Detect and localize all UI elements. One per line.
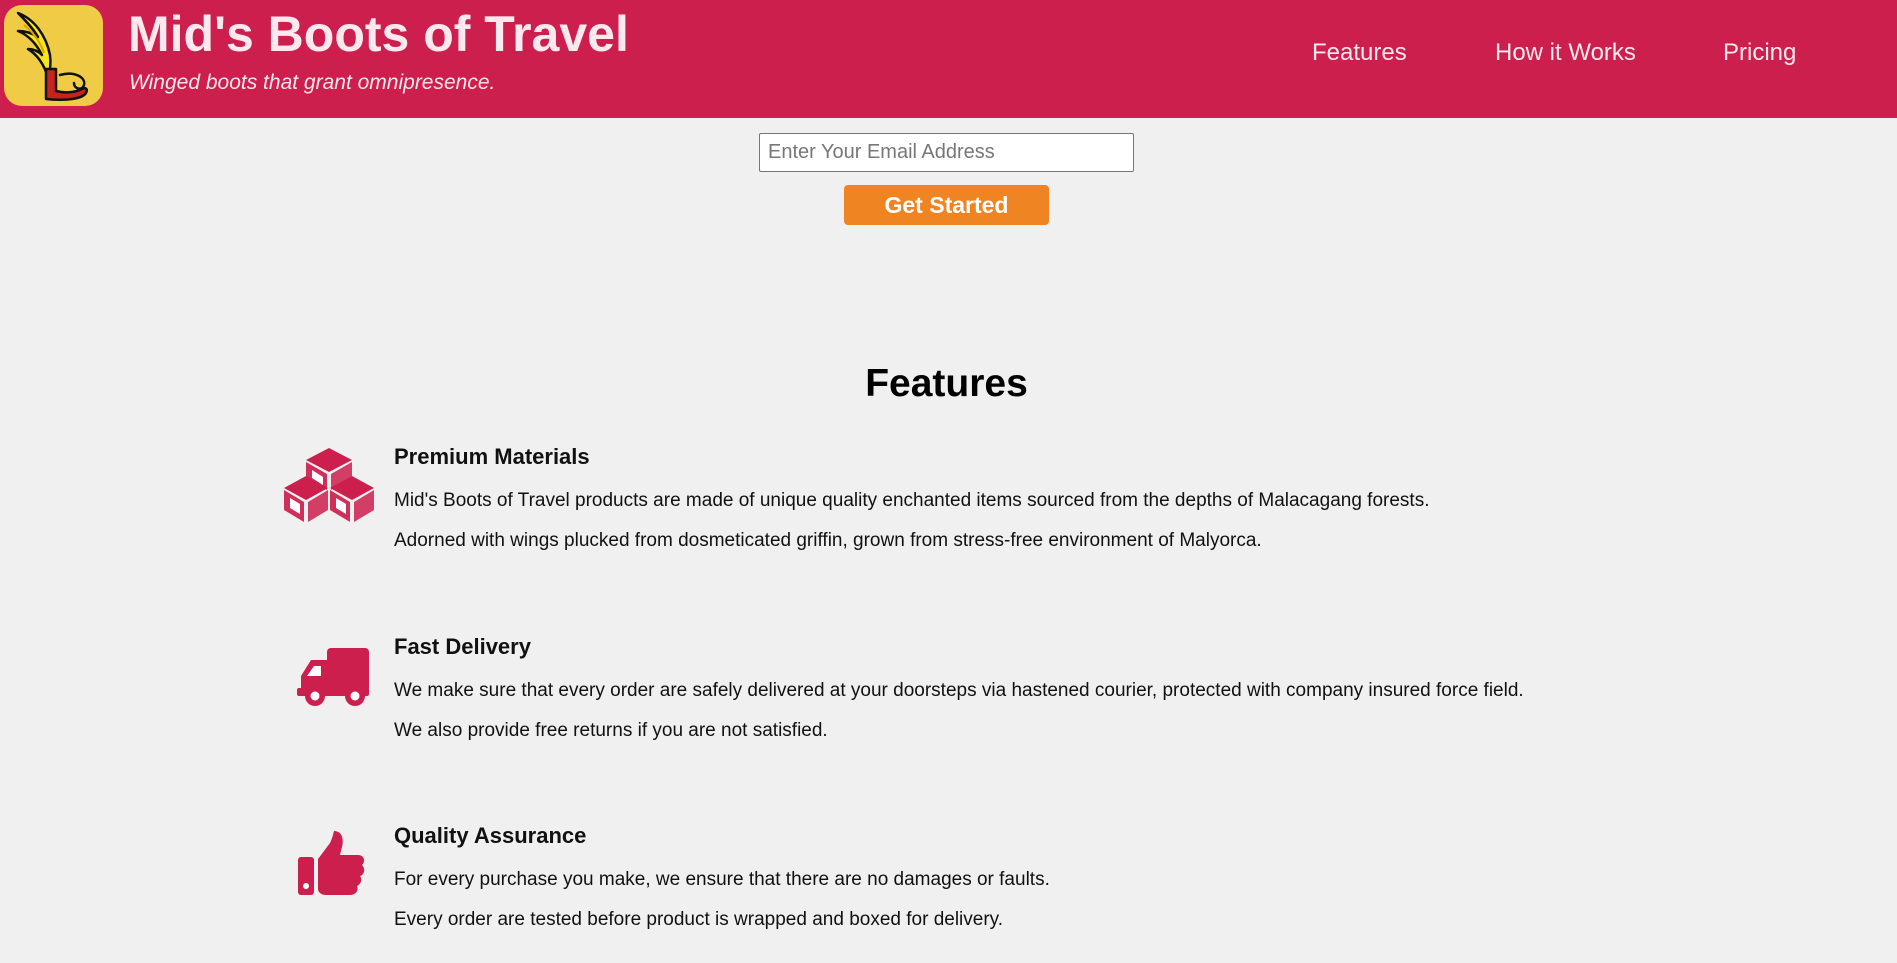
cubes-icon [282,446,376,529]
email-input[interactable] [759,133,1134,172]
feature-description: Adorned with wings plucked from dosmetic… [394,530,1262,551]
feature-title: Fast Delivery [394,634,531,659]
feature-description: We make sure that every order are safely… [394,680,1524,701]
site-title: Mid's Boots of Travel [128,6,629,62]
feature-description: We also provide free returns if you are … [394,720,828,741]
thumbs-up-icon [296,829,366,902]
features-heading: Features [865,362,1028,405]
nav-link-features[interactable]: Features [1312,38,1407,68]
feature-description: For every purchase you make, we ensure t… [394,869,1050,890]
feature-description: Mid's Boots of Travel products are made … [394,490,1430,511]
truck-icon [297,646,371,713]
winged-boot-icon[interactable] [4,5,103,106]
nav-link-how-it-works[interactable]: How it Works [1495,38,1636,68]
get-started-button[interactable]: Get Started [844,185,1049,225]
site-header: Mid's Boots of Travel Winged boots that … [0,0,1897,118]
feature-description: Every order are tested before product is… [394,909,1004,930]
feature-title: Quality Assurance [394,823,587,848]
site-tagline: Winged boots that grant omnipresence. [129,71,496,94]
feature-title: Premium Materials [394,444,590,469]
nav-link-pricing[interactable]: Pricing [1723,38,1796,68]
